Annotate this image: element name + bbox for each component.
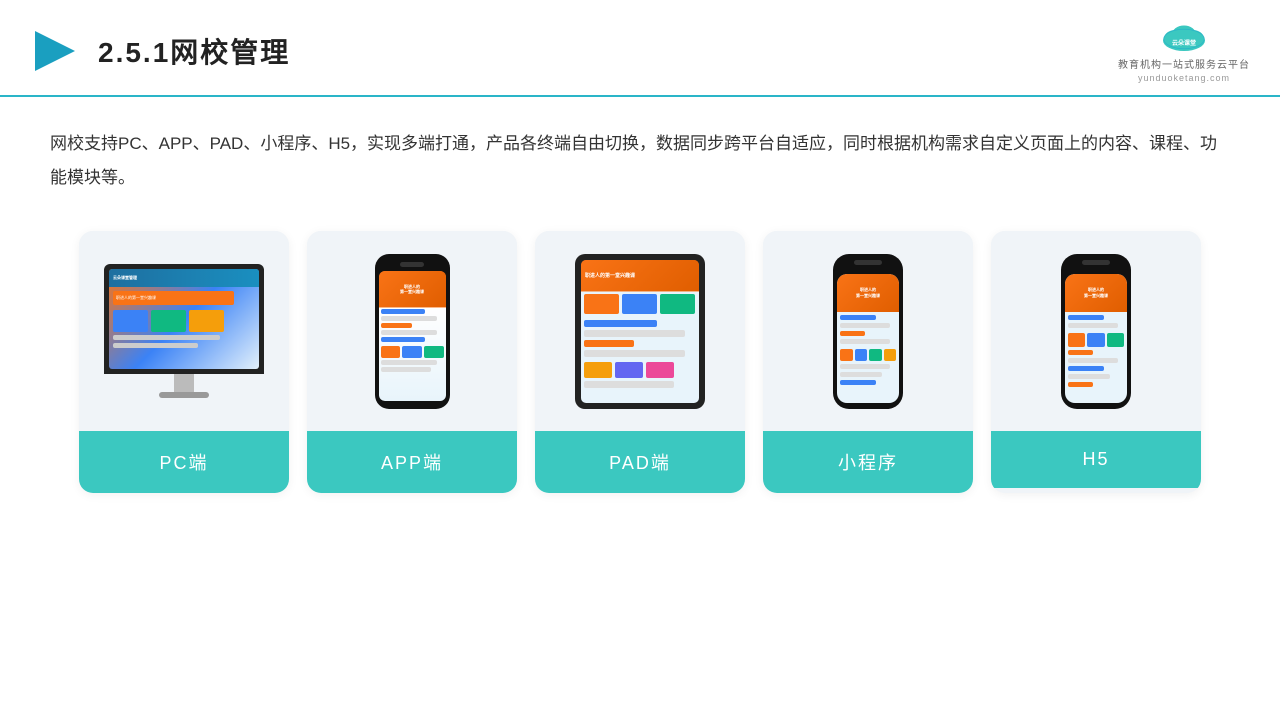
card-pc-image: 云朵课堂管理 职进人的第一堂兴趣课 [79, 231, 289, 431]
logo-icon: 云朵课堂 [1154, 18, 1214, 54]
miniapp-screen-header: 职进人的第一堂兴趣课 [837, 274, 899, 313]
phone-header-text: 职进人的第一堂兴趣课 [400, 284, 424, 294]
cards-row: 云朵课堂管理 职进人的第一堂兴趣课 [50, 231, 1230, 493]
play-icon [30, 26, 80, 76]
h5-screen: 职进人的第一堂兴趣课 [1065, 274, 1127, 403]
card-h5: 职进人的第一堂兴趣课 [991, 231, 1201, 493]
card-app-image: 职进人的第一堂兴趣课 [307, 231, 517, 431]
pc-monitor: 云朵课堂管理 职进人的第一堂兴趣课 [104, 264, 264, 398]
phone-screen: 职进人的第一堂兴趣课 [379, 271, 446, 401]
h5-screen-body [1065, 312, 1127, 390]
card-miniapp: 职进人的第一堂兴趣课 [763, 231, 973, 493]
miniapp-screen: 职进人的第一堂兴趣课 [837, 274, 899, 403]
logo-url: yunduoketang.com [1138, 73, 1230, 83]
card-h5-image: 职进人的第一堂兴趣课 [991, 231, 1201, 431]
phone-screen-body [379, 307, 446, 374]
card-pad-image: 职进人的第一堂兴趣课 [535, 231, 745, 431]
card-h5-label: H5 [991, 431, 1201, 488]
h5-screen-header: 职进人的第一堂兴趣课 [1065, 274, 1127, 313]
tablet-mockup: 职进人的第一堂兴趣课 [575, 254, 705, 409]
phone-notch [400, 262, 424, 267]
logo-area: 云朵课堂 教育机构一站式服务云平台 yunduoketang.com [1118, 18, 1250, 83]
tablet-screen: 职进人的第一堂兴趣课 [581, 260, 699, 403]
h5-notch [1082, 260, 1110, 265]
card-pc-label: PC端 [79, 431, 289, 493]
card-pc: 云朵课堂管理 职进人的第一堂兴趣课 [79, 231, 289, 493]
miniapp-screen-body [837, 312, 899, 388]
description: 网校支持PC、APP、PAD、小程序、H5，实现多端打通，产品各终端自由切换，数… [50, 127, 1230, 195]
page-title: 2.5.1网校管理 [98, 31, 290, 71]
app-phone: 职进人的第一堂兴趣课 [375, 254, 450, 409]
card-app-label: APP端 [307, 431, 517, 493]
h5-header-text: 职进人的第一堂兴趣课 [1084, 287, 1108, 298]
card-miniapp-image: 职进人的第一堂兴趣课 [763, 231, 973, 431]
content: 网校支持PC、APP、PAD、小程序、H5，实现多端打通，产品各终端自由切换，数… [0, 97, 1280, 513]
header: 2.5.1网校管理 云朵课堂 教育机构一站式服务云平台 yunduoketang… [0, 0, 1280, 97]
miniapp-notch [854, 260, 882, 265]
miniapp-header-text: 职进人的第一堂兴趣课 [856, 287, 880, 298]
card-miniapp-label: 小程序 [763, 431, 973, 493]
header-left: 2.5.1网校管理 [30, 26, 290, 76]
tablet-header: 职进人的第一堂兴趣课 [581, 260, 699, 291]
logo-subtitle: 教育机构一站式服务云平台 [1118, 56, 1250, 71]
tablet-body [581, 291, 699, 391]
card-pad-label: PAD端 [535, 431, 745, 493]
miniapp-phone: 职进人的第一堂兴趣课 [833, 254, 903, 409]
card-pad: 职进人的第一堂兴趣课 [535, 231, 745, 493]
card-app: 职进人的第一堂兴趣课 [307, 231, 517, 493]
h5-phone: 职进人的第一堂兴趣课 [1061, 254, 1131, 409]
tablet-header-text: 职进人的第一堂兴趣课 [585, 272, 635, 279]
